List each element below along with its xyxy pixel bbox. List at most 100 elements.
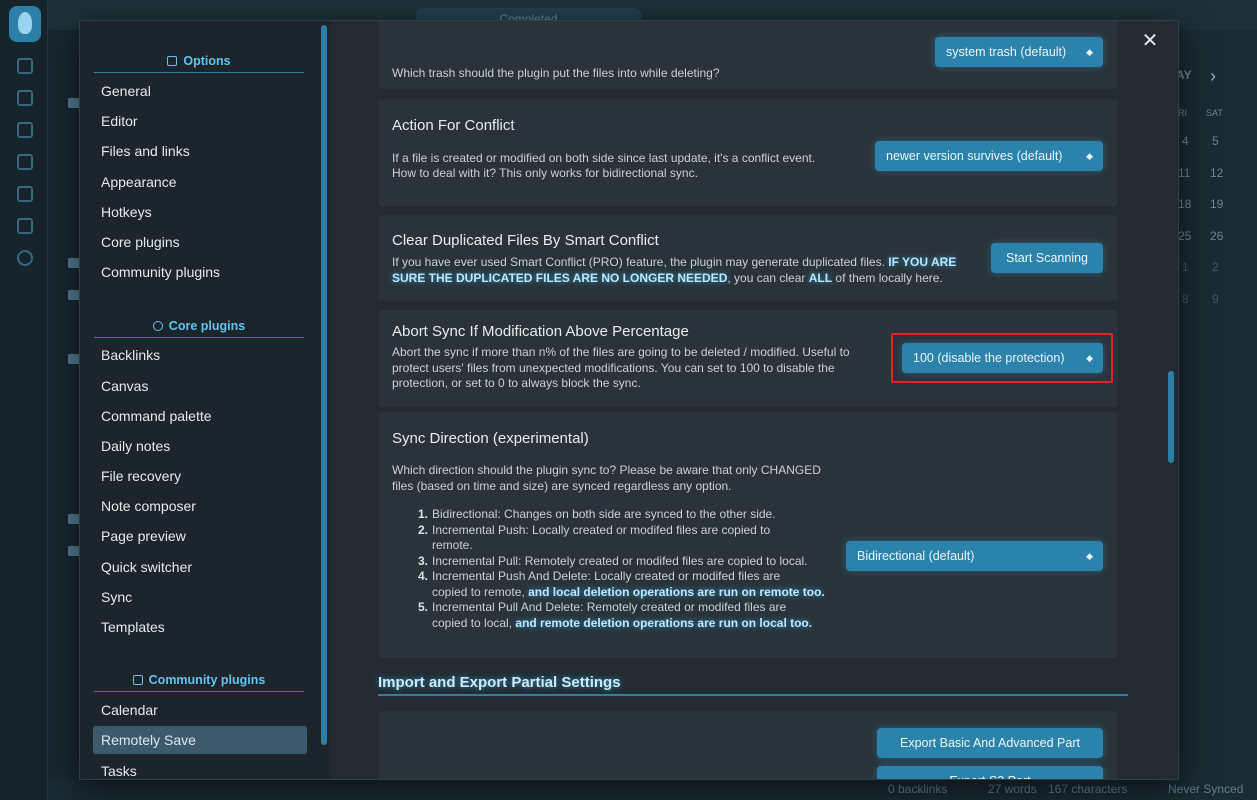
sliders-icon [167, 56, 178, 66]
sidebar-scrollbar[interactable] [321, 25, 327, 745]
direction-dropdown-value: Bidirectional (default) [857, 549, 975, 563]
word-count: 27 words [988, 782, 1037, 796]
day-of-week: RI [1178, 108, 1187, 118]
start-scanning-button[interactable]: Start Scanning [991, 243, 1103, 273]
list-item: 5. Incremental Pull And Delete: Remotely … [418, 600, 813, 630]
abort-description-line2: protect users' files from unexpected mod… [392, 361, 835, 375]
chevron-updown-icon: ◆ [1086, 551, 1093, 561]
sidebar-item-general[interactable]: General [93, 77, 307, 105]
calendar-icon[interactable] [17, 154, 33, 170]
sidebar-item-sync[interactable]: Sync [93, 583, 307, 611]
calendar-day[interactable]: 26 [1210, 229, 1223, 243]
export-s3-button[interactable]: Export S3 Part [877, 766, 1103, 779]
setting-clear-duplicated: Clear Duplicated Files By Smart Conflict… [378, 215, 1118, 301]
options-group-title: Options [94, 54, 304, 73]
calendar-day[interactable]: 25 [1178, 229, 1191, 243]
chevron-updown-icon: ◆ [1086, 353, 1093, 363]
trash-dropdown[interactable]: system trash (default) ◆ [935, 37, 1103, 67]
file-explorer-strip [48, 30, 80, 778]
setting-action-for-conflict: Action For Conflict If a file is created… [378, 99, 1118, 206]
sidebar-item-editor[interactable]: Editor [93, 107, 307, 135]
direction-description-line1: Which direction should the plugin sync t… [392, 463, 821, 477]
core-plugins-group-title: Core plugins [94, 319, 304, 338]
duplicated-desc-c: of them locally here. [832, 270, 943, 285]
sidebar-item-calendar[interactable]: Calendar [93, 696, 307, 724]
settings-modal: Options General Editor Files and links A… [79, 20, 1179, 780]
sidebar-item-hotkeys[interactable]: Hotkeys [93, 198, 307, 226]
sidebar-item-note-composer[interactable]: Note composer [93, 492, 307, 520]
vault-logo-icon[interactable] [9, 6, 41, 42]
duplicated-desc-a: If you have ever used Smart Conflict (PR… [392, 255, 889, 269]
direction-title: Sync Direction (experimental) [392, 430, 589, 447]
setting-abort-sync: Abort Sync If Modification Above Percent… [378, 310, 1118, 407]
trash-dropdown-value: system trash (default) [946, 45, 1067, 59]
status-bar: 0 backlinks 27 words 167 characters Neve… [48, 778, 1257, 800]
sidebar-item-core-plugins[interactable]: Core plugins [93, 228, 307, 256]
day-of-week: SAT [1206, 108, 1223, 118]
conflict-title: Action For Conflict [392, 117, 515, 134]
calendar-day[interactable]: 4 [1182, 134, 1189, 148]
sidebar-item-command-palette[interactable]: Command palette [93, 402, 307, 430]
grid-icon[interactable] [17, 122, 33, 138]
direction-list: 1. Bidirectional: Changes on both side ar… [418, 507, 852, 631]
sidebar-item-page-preview[interactable]: Page preview [93, 522, 307, 550]
duplicated-description: If you have ever used Smart Conflict (PR… [392, 255, 977, 286]
sidebar-item-templates[interactable]: Templates [93, 613, 307, 641]
conflict-description-line1: If a file is created or modified on both… [392, 151, 816, 165]
list-item: 4. Incremental Push And Delete: Locally c… [418, 569, 825, 599]
sidebar-item-daily-notes[interactable]: Daily notes [93, 432, 307, 460]
sidebar-item-file-recovery[interactable]: File recovery [93, 462, 307, 490]
list-item: 3. Incremental Pull: Remotely created or … [418, 553, 808, 568]
options-group-label: Options [183, 54, 231, 68]
core-plugins-group-label: Core plugins [168, 319, 246, 333]
abort-title: Abort Sync If Modification Above Percent… [392, 323, 689, 340]
calendar-day[interactable]: 19 [1210, 197, 1223, 211]
close-icon[interactable]: ✕ [1140, 31, 1160, 51]
settings-sidebar: Options General Editor Files and links A… [80, 21, 330, 779]
conflict-dropdown-value: newer version survives (default) [886, 149, 1063, 163]
sidebar-item-canvas[interactable]: Canvas [93, 372, 307, 400]
chevron-updown-icon: ◆ [1086, 151, 1093, 161]
conflict-dropdown[interactable]: newer version survives (default) ◆ [875, 141, 1103, 171]
character-count: 167 characters [1048, 782, 1128, 796]
sidebar-item-backlinks[interactable]: Backlinks [93, 341, 307, 369]
setting-import-export: Export Basic And Advanced Part Export S3… [378, 711, 1118, 779]
calendar-day[interactable]: 9 [1212, 292, 1219, 306]
history-icon[interactable] [17, 250, 33, 266]
duplicated-title: Clear Duplicated Files By Smart Conflict [392, 232, 659, 249]
sidebar-item-files-and-links[interactable]: Files and links [93, 137, 307, 165]
calendar-day[interactable]: 1 [1182, 260, 1189, 274]
settings-content: ✕ Which trash should the plugin put the … [330, 21, 1178, 779]
file-icon[interactable] [17, 58, 33, 74]
sync-status[interactable]: Never Synced [1168, 782, 1243, 796]
content-scrollbar[interactable] [1168, 371, 1174, 463]
export-basic-advanced-button[interactable]: Export Basic And Advanced Part [877, 728, 1103, 758]
sidebar-item-tasks[interactable]: Tasks [93, 757, 307, 779]
calendar-day[interactable]: 12 [1210, 166, 1223, 180]
terminal-icon[interactable] [17, 218, 33, 234]
sidebar-item-quick-switcher[interactable]: Quick switcher [93, 553, 307, 581]
calendar-day[interactable]: 8 [1182, 292, 1189, 306]
plugin-add-icon [132, 675, 143, 685]
abort-description-line1: Abort the sync if more than n% of the fi… [392, 345, 850, 359]
abort-description-line3: protection, or set to 0 to always block … [392, 376, 641, 390]
community-plugins-group-label: Community plugins [148, 673, 266, 687]
chevron-right-icon[interactable]: › [1210, 66, 1216, 87]
calendar-day[interactable]: 2 [1212, 260, 1219, 274]
community-plugins-group-title: Community plugins [94, 673, 304, 692]
duplicated-desc-highlight-2: ALL [808, 270, 833, 285]
backlinks-count[interactable]: 0 backlinks [888, 782, 947, 796]
sidebar-item-appearance[interactable]: Appearance [93, 168, 307, 196]
sync-direction-dropdown[interactable]: Bidirectional (default) ◆ [846, 541, 1103, 571]
copy-icon[interactable] [17, 186, 33, 202]
calendar-day[interactable]: 18 [1178, 197, 1191, 211]
calendar-day[interactable]: 11 [1178, 166, 1190, 180]
sidebar-item-remotely-save[interactable]: Remotely Save [93, 726, 307, 754]
list-item: 2. Incremental Push: Locally created or m… [418, 522, 771, 553]
abort-percentage-dropdown[interactable]: 100 (disable the protection) ◆ [902, 343, 1103, 373]
sidebar-item-community-plugins[interactable]: Community plugins [93, 258, 307, 286]
calendar-day[interactable]: 5 [1212, 134, 1219, 148]
duplicated-desc-b: , you can clear [727, 270, 809, 285]
duplicated-desc-highlight-1a: IF YOU ARE [888, 255, 957, 269]
graph-icon[interactable] [17, 90, 33, 106]
